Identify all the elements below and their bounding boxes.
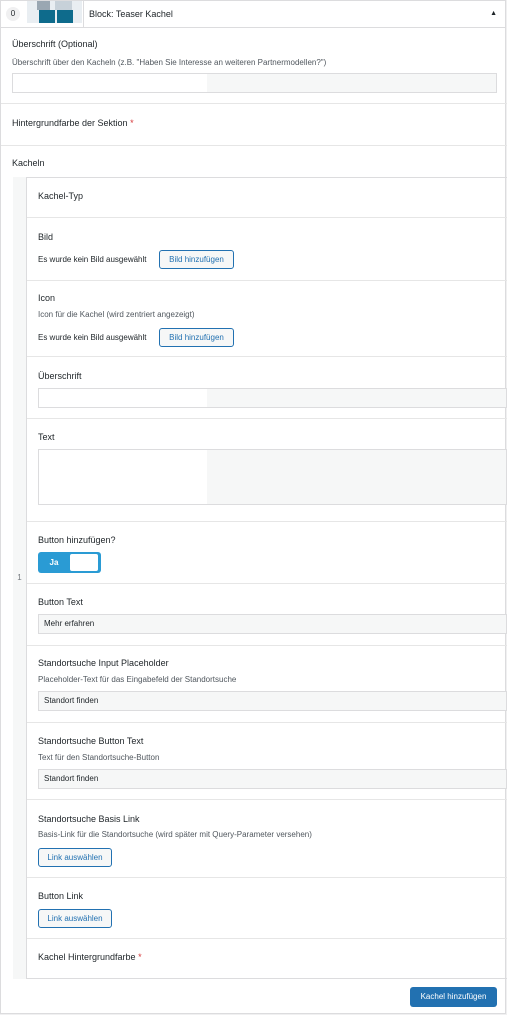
button-link-label: Button Link: [38, 891, 84, 901]
location-link-description: Basis-Link für die Standortsuche (wird s…: [38, 830, 312, 839]
row-handle[interactable]: 1: [13, 177, 27, 979]
location-placeholder-description: Placeholder-Text für das Eingabefeld der…: [38, 675, 237, 684]
text-textarea[interactable]: [38, 449, 507, 505]
location-button-label: Standortsuche Button Text: [38, 736, 144, 746]
location-placeholder-label: Standortsuche Input Placeholder: [38, 658, 169, 668]
button-link-button[interactable]: Link auswählen: [38, 909, 112, 928]
add-icon-button[interactable]: Bild hinzufügen: [159, 328, 234, 347]
add-button-label: Button hinzufügen?: [38, 535, 116, 545]
caret-up-icon[interactable]: ▲: [490, 1, 497, 27]
image-label: Bild: [38, 232, 54, 242]
button-text-input[interactable]: Mehr erfahren: [38, 614, 507, 634]
icon-description: Icon für die Kachel (wird zentriert ange…: [38, 310, 195, 319]
location-link-label: Standortsuche Basis Link: [38, 814, 140, 824]
add-image-button[interactable]: Bild hinzufügen: [159, 250, 234, 269]
icon-label: Icon: [38, 293, 56, 303]
location-link-button[interactable]: Link auswählen: [38, 848, 112, 867]
icon-status: Es wurde kein Bild ausgewählt: [38, 333, 147, 342]
location-button-input[interactable]: Standort finden: [38, 769, 507, 789]
button-text-label: Button Text: [38, 597, 83, 607]
text-label: Text: [38, 432, 55, 442]
heading-description: Überschrift über den Kacheln (z.B. "Habe…: [12, 58, 327, 67]
location-placeholder-input[interactable]: Standort finden: [38, 691, 507, 711]
block-panel: 0 Block: Teaser Kachel ▲ Überschrift (Op…: [0, 0, 507, 1014]
toggle-knob: [70, 554, 98, 571]
tile-bg-label: Kachel Hintergrundfarbe *: [38, 952, 142, 962]
block-index: 0: [6, 7, 20, 21]
image-status: Es wurde kein Bild ausgewählt: [38, 255, 147, 264]
add-button-toggle[interactable]: Ja: [38, 552, 101, 573]
tile-type-label: Kachel-Typ: [38, 191, 84, 201]
heading-label: Überschrift (Optional): [12, 39, 98, 49]
tile-title-input[interactable]: [38, 388, 507, 408]
background-label: Hintergrundfarbe der Sektion *: [12, 118, 134, 128]
heading-input[interactable]: [12, 73, 497, 93]
row-number: 1: [17, 573, 22, 582]
tiles-label: Kacheln: [12, 158, 45, 168]
location-button-description: Text für den Standortsuche-Button: [38, 753, 160, 762]
toggle-on-label: Ja: [49, 558, 59, 567]
tile-title-label: Überschrift: [38, 371, 82, 381]
block-thumbnail: [27, 1, 82, 23]
block-header[interactable]: 0 Block: Teaser Kachel ▲: [1, 1, 505, 28]
block-title: Block: Teaser Kachel: [89, 9, 173, 19]
add-tile-button[interactable]: Kachel hinzufügen: [410, 987, 497, 1007]
